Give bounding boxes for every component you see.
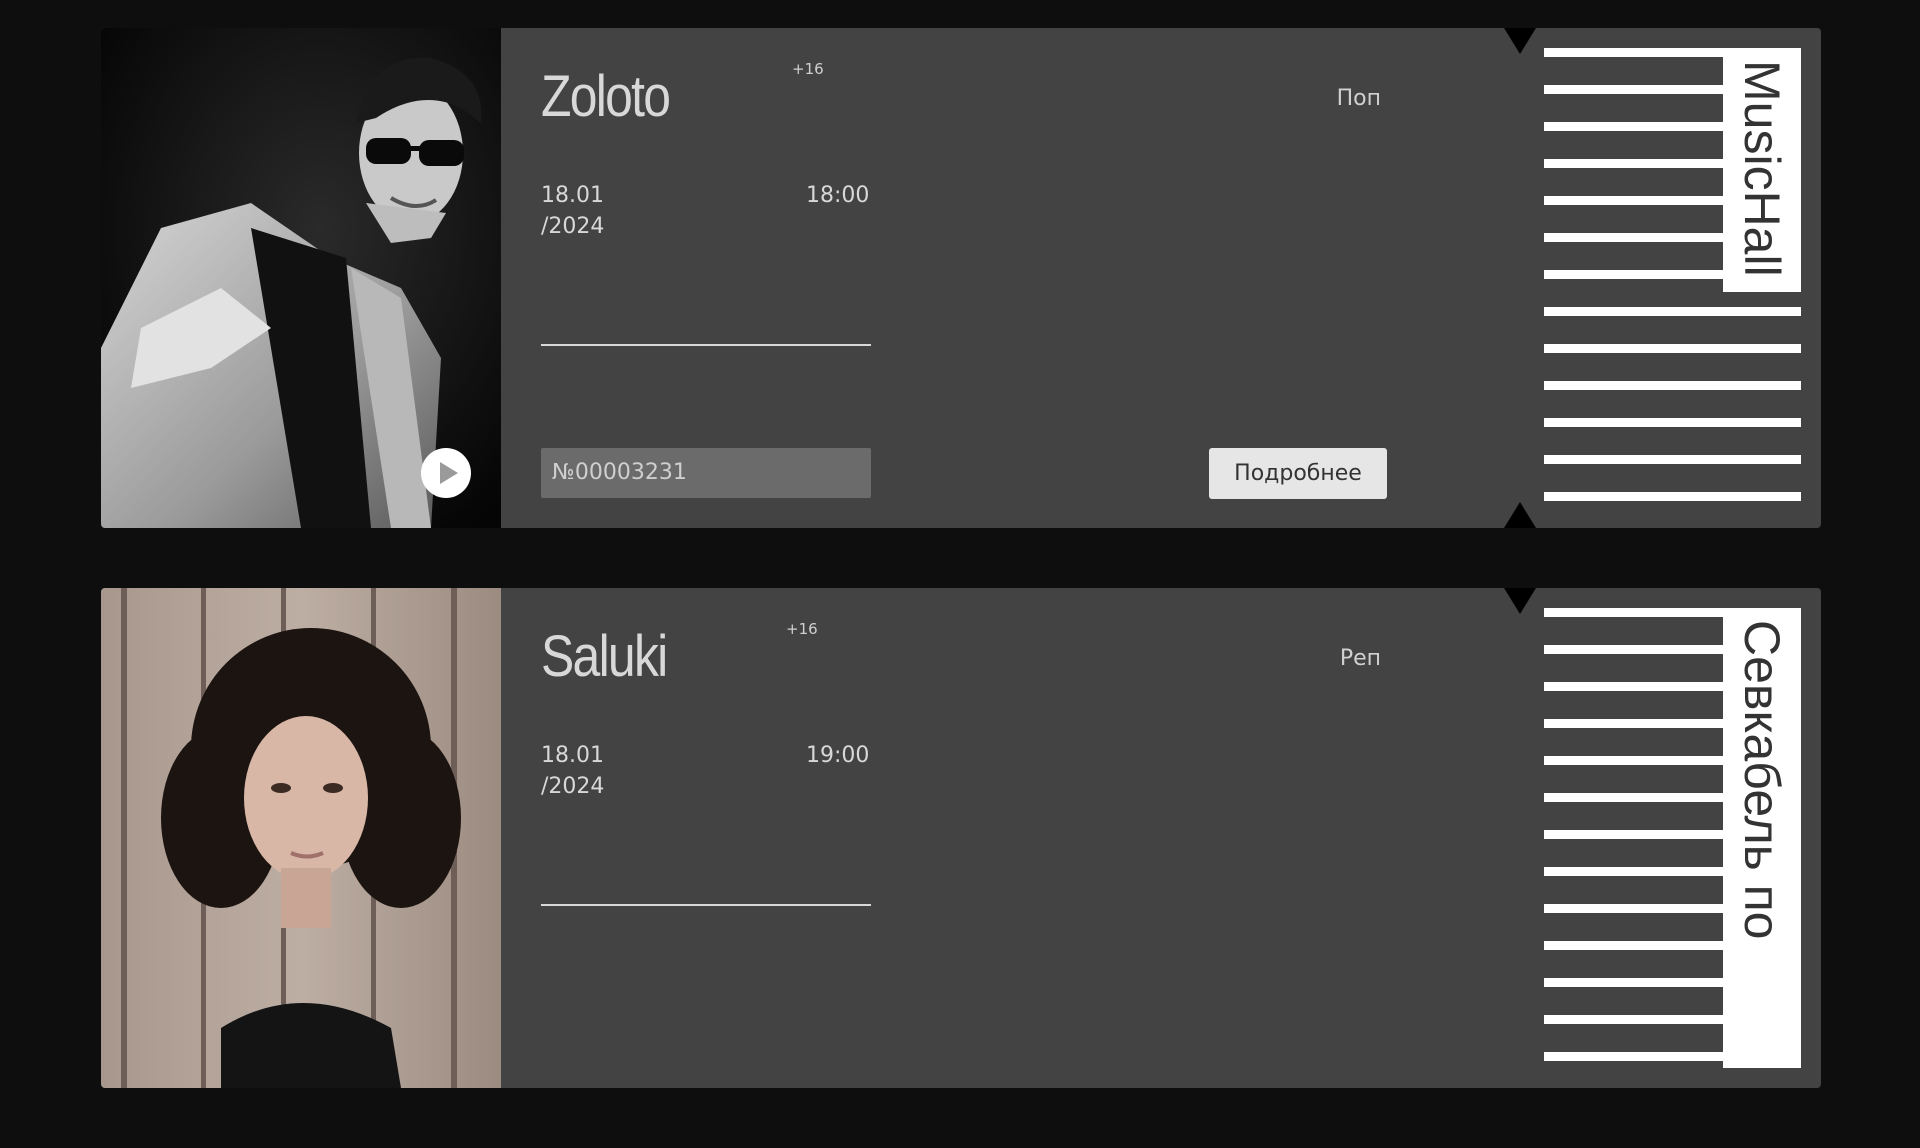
venue-box: MusicHall [1723, 48, 1801, 292]
ticket-notch-top [1504, 28, 1536, 54]
stub-stripe [1544, 381, 1801, 390]
divider [541, 344, 871, 346]
event-date: 18.01 /2024 [541, 180, 621, 242]
venue-name: MusicHall [1734, 60, 1790, 277]
ticket-card: Saluki +16 Реп 18.01 /2024 19:00 Севкабе… [101, 588, 1821, 1088]
age-rating: +16 [786, 620, 818, 638]
event-date-year: /2024 [541, 214, 605, 239]
ticket-card: Zoloto +16 Поп 18.01 /2024 18:00 №000032… [101, 28, 1821, 528]
play-button[interactable] [421, 448, 471, 498]
event-date: 18.01 /2024 [541, 740, 621, 802]
ticket-stub: MusicHall [1544, 48, 1801, 508]
ticket-stub: Севкабель по [1544, 608, 1801, 1068]
age-rating: +16 [792, 60, 824, 78]
stub-stripe [1544, 455, 1801, 464]
genre-label: Поп [1336, 86, 1381, 111]
venue-name: Севкабель по [1734, 620, 1790, 940]
ticket-list: Zoloto +16 Поп 18.01 /2024 18:00 №000032… [101, 28, 1821, 1148]
venue-box: Севкабель по [1723, 608, 1801, 1068]
stub-stripe [1544, 307, 1801, 316]
event-time: 19:00 [806, 743, 870, 768]
artist-name: Zoloto [541, 64, 671, 129]
play-icon [440, 462, 458, 484]
artist-name: Saluki [541, 624, 668, 689]
artist-photo [101, 28, 501, 528]
event-date-day: 18.01 [541, 743, 604, 768]
event-time: 18:00 [806, 183, 870, 208]
details-button[interactable]: Подробнее [1209, 448, 1387, 499]
ticket-notch-bottom [1504, 502, 1536, 528]
stub-stripe [1544, 492, 1801, 501]
genre-label: Реп [1339, 646, 1381, 671]
stub-stripe [1544, 418, 1801, 427]
divider [541, 904, 871, 906]
ticket-number: №00003231 [541, 448, 871, 498]
artist-photo [101, 588, 501, 1088]
event-date-day: 18.01 [541, 183, 604, 208]
ticket-notch-top [1504, 588, 1536, 614]
stub-stripe [1544, 344, 1801, 353]
event-date-year: /2024 [541, 774, 605, 799]
